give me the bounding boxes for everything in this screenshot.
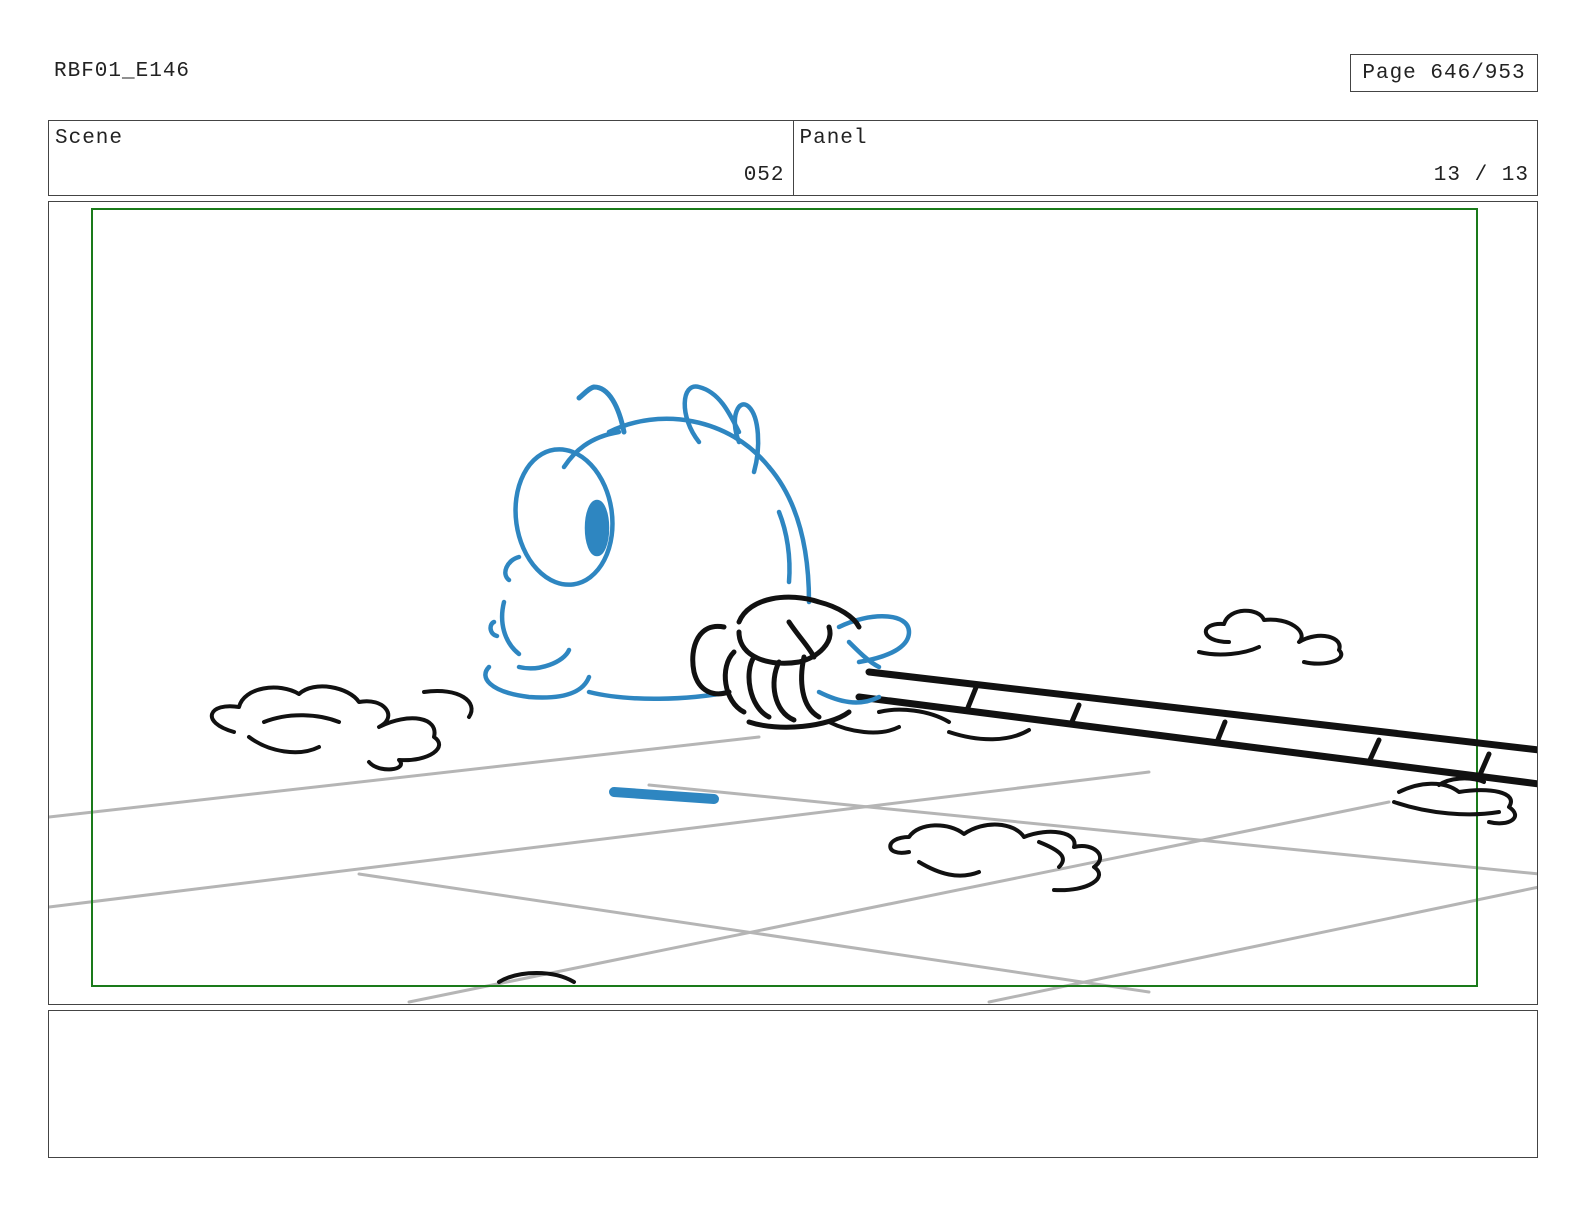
gripping-hand [690, 594, 862, 730]
document-id: RBF01_E146 [54, 60, 191, 83]
storyboard-drawing [49, 208, 1537, 1004]
scene-number: 052 [743, 164, 785, 187]
page-counter: Page 646/953 [1350, 54, 1538, 92]
notes-box [48, 1010, 1538, 1158]
dust-clouds [210, 608, 1517, 984]
character-sketch [483, 384, 912, 804]
pole [855, 668, 1537, 788]
panel-label: Panel [799, 127, 868, 150]
panel-cell: Panel 13 / 13 [792, 121, 1538, 195]
scene-label: Scene [55, 127, 124, 150]
scene-cell: Scene 052 [49, 121, 793, 195]
storyboard-frame [48, 201, 1538, 1005]
panel-number: 13 / 13 [1433, 164, 1529, 187]
ground-grid-lines [49, 735, 1537, 1004]
scene-panel-info: Scene 052 Panel 13 / 13 [48, 120, 1538, 196]
